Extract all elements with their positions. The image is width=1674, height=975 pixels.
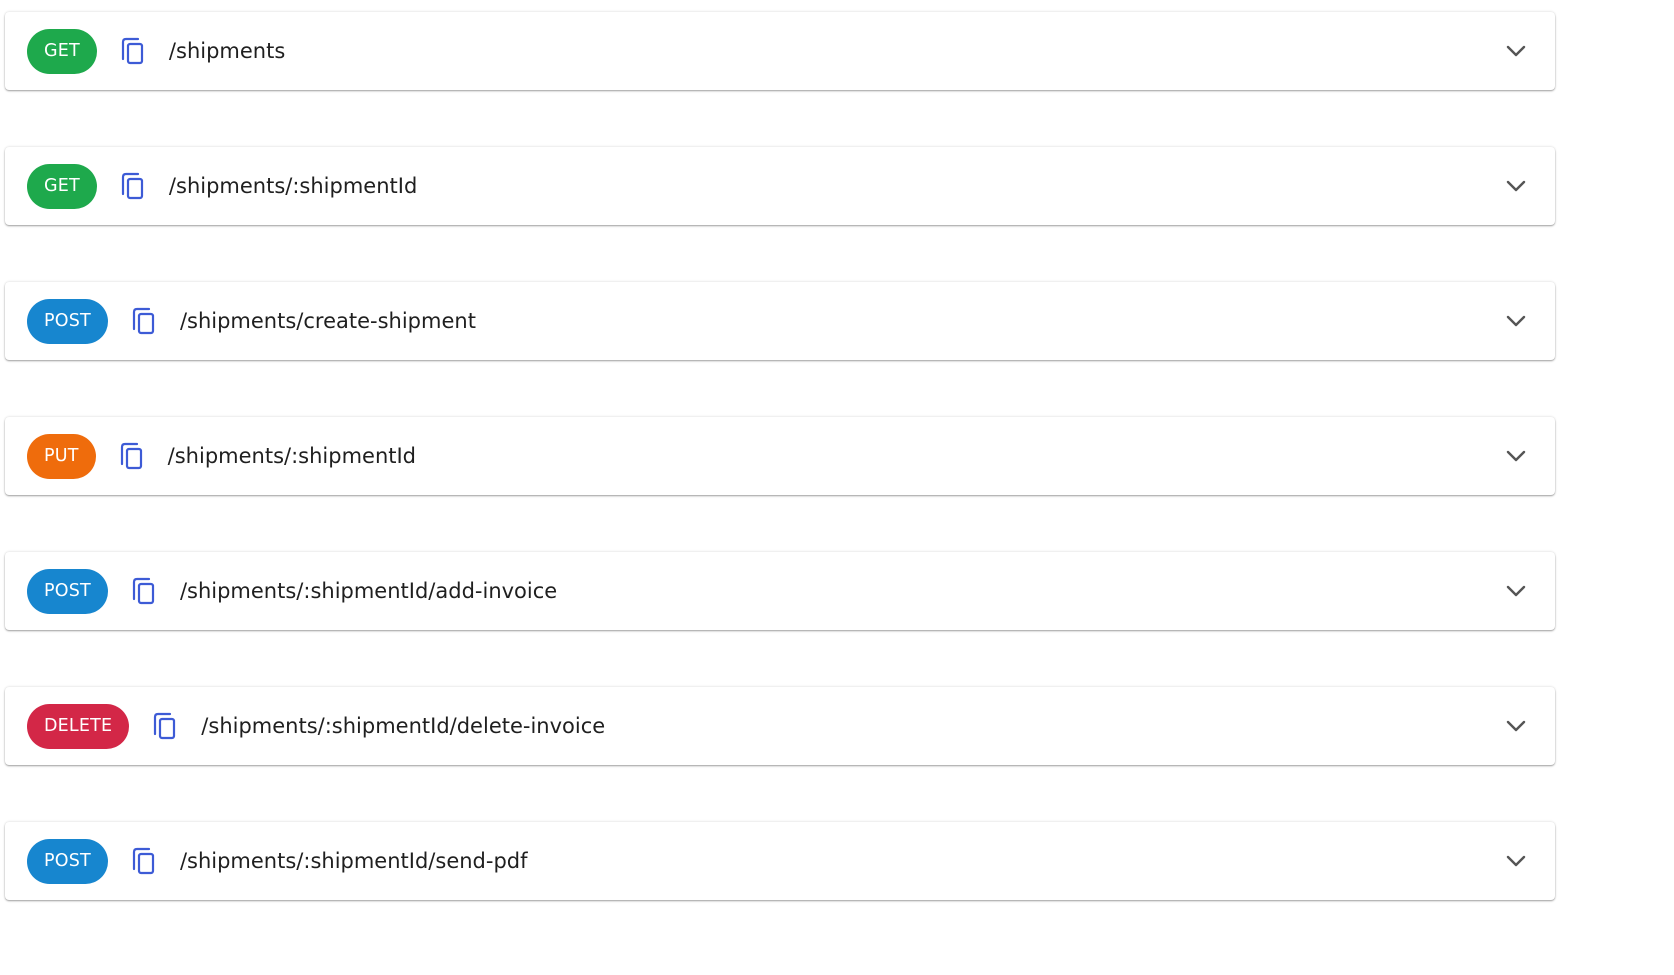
- method-badge: DELETE: [27, 703, 130, 749]
- copy-icon[interactable]: [130, 306, 158, 336]
- method-badge: PUT: [27, 433, 96, 479]
- endpoint-path: /shipments/:shipmentId/send-pdf: [179, 849, 528, 873]
- chevron-down-icon[interactable]: [1505, 850, 1527, 872]
- chevron-down-icon[interactable]: [1505, 40, 1527, 62]
- chevron-down-icon[interactable]: [1505, 175, 1527, 197]
- copy-icon[interactable]: [119, 171, 147, 201]
- method-badge: GET: [27, 163, 97, 209]
- endpoint-row[interactable]: POST /shipments/:shipmentId/add-invoice: [5, 552, 1555, 630]
- endpoint-row[interactable]: POST /shipments/:shipmentId/send-pdf: [5, 822, 1555, 900]
- endpoint-row[interactable]: DELETE /shipments/:shipmentId/delete-inv…: [5, 687, 1555, 765]
- endpoint-list: GET /shipments GET /shipments/:shipmentI…: [5, 12, 1555, 957]
- method-badge: GET: [27, 28, 97, 74]
- copy-icon[interactable]: [151, 711, 179, 741]
- endpoint-path: /shipments: [168, 39, 286, 63]
- endpoint-row[interactable]: GET /shipments: [5, 12, 1555, 90]
- chevron-down-icon[interactable]: [1505, 310, 1527, 332]
- copy-icon[interactable]: [118, 441, 146, 471]
- copy-icon[interactable]: [130, 846, 158, 876]
- method-badge: POST: [27, 568, 108, 614]
- chevron-down-icon[interactable]: [1505, 715, 1527, 737]
- endpoint-path: /shipments/create-shipment: [179, 309, 476, 333]
- method-badge: POST: [27, 838, 108, 884]
- endpoint-path: /shipments/:shipmentId: [168, 174, 418, 198]
- copy-icon[interactable]: [130, 576, 158, 606]
- endpoint-path: /shipments/:shipmentId/add-invoice: [179, 579, 558, 603]
- method-badge: POST: [27, 298, 108, 344]
- endpoint-path: /shipments/:shipmentId: [167, 444, 417, 468]
- copy-icon[interactable]: [119, 36, 147, 66]
- endpoint-row[interactable]: PUT /shipments/:shipmentId: [5, 417, 1555, 495]
- chevron-down-icon[interactable]: [1505, 580, 1527, 602]
- endpoint-row[interactable]: POST /shipments/create-shipment: [5, 282, 1555, 360]
- endpoint-path: /shipments/:shipmentId/delete-invoice: [201, 714, 606, 738]
- chevron-down-icon[interactable]: [1505, 445, 1527, 467]
- endpoint-row[interactable]: GET /shipments/:shipmentId: [5, 147, 1555, 225]
